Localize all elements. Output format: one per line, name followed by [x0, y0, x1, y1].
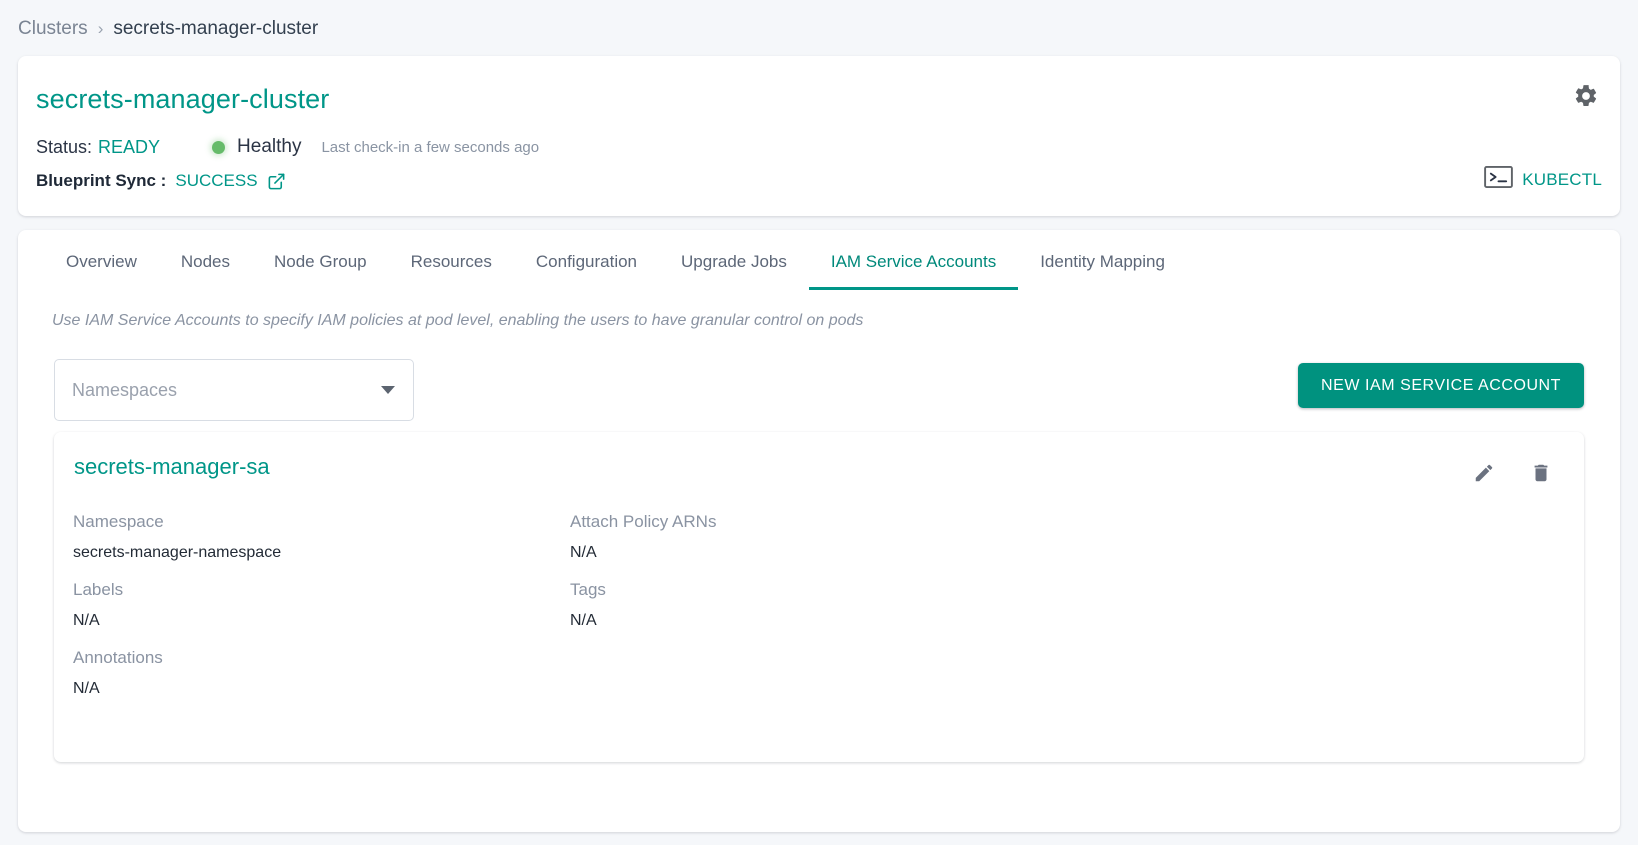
service-account-actions [1473, 462, 1552, 484]
last-checkin-text: Last check-in a few seconds ago [321, 138, 540, 156]
service-account-fields: Namespace secrets-manager-namespace Atta… [73, 494, 1564, 698]
field-labels-label: Labels [73, 580, 124, 599]
tab-identity-mapping[interactable]: Identity Mapping [1018, 242, 1187, 290]
field-namespace-label: Namespace [73, 512, 164, 531]
trash-icon[interactable] [1530, 462, 1552, 484]
blueprint-sync-value: SUCCESS [175, 171, 258, 190]
field-labels: Labels N/A [73, 562, 570, 630]
service-account-name[interactable]: secrets-manager-sa [74, 454, 270, 480]
field-tags: Tags N/A [570, 562, 1067, 630]
health-dot-icon [212, 140, 226, 154]
cluster-status-row: Status: READY Healthy Last check-in a fe… [36, 136, 539, 158]
field-namespace: Namespace secrets-manager-namespace [73, 494, 570, 562]
tab-description: Use IAM Service Accounts to specify IAM … [52, 312, 864, 329]
field-row-3: Annotations N/A [73, 630, 1564, 698]
cluster-detail-page: Clusters › secrets-manager-cluster secre… [0, 0, 1638, 845]
field-row-1: Namespace secrets-manager-namespace Atta… [73, 494, 1564, 562]
field-annotations-label: Annotations [73, 648, 163, 667]
breadcrumb-separator-icon: › [97, 19, 104, 38]
breadcrumb-current: secrets-manager-cluster [113, 18, 319, 39]
blueprint-sync-label: Blueprint Sync : [36, 171, 167, 190]
tab-bar: Overview Nodes Node Group Resources Conf… [18, 242, 1620, 290]
pencil-icon[interactable] [1473, 462, 1495, 484]
field-policy-arns-label: Attach Policy ARNs [570, 512, 717, 531]
health-indicator: Healthy [212, 136, 301, 158]
kubectl-label: KUBECTL [1522, 169, 1602, 189]
tab-iam-service-accounts[interactable]: IAM Service Accounts [808, 242, 1019, 290]
field-tags-value: N/A [570, 612, 597, 629]
cluster-header-card: secrets-manager-cluster Status: READY He… [18, 56, 1620, 216]
namespace-select[interactable]: Namespaces [54, 359, 414, 421]
chevron-down-icon [381, 386, 395, 394]
status-value: READY [98, 136, 161, 157]
terminal-icon [1484, 166, 1514, 193]
tab-overview[interactable]: Overview [44, 242, 159, 290]
field-labels-value: N/A [73, 612, 100, 629]
external-link-icon[interactable] [267, 172, 286, 191]
status-label: Status: [36, 136, 93, 157]
breadcrumb-clusters-link[interactable]: Clusters [18, 16, 88, 42]
service-account-card: secrets-manager-sa Namespace secrets-man… [54, 432, 1584, 762]
health-label: Healthy [237, 136, 302, 157]
page-title[interactable]: secrets-manager-cluster [36, 84, 329, 115]
namespace-select-placeholder: Namespaces [72, 379, 178, 400]
field-row-2: Labels N/A Tags N/A [73, 562, 1564, 630]
tab-resources[interactable]: Resources [389, 242, 514, 290]
blueprint-sync-row: Blueprint Sync : SUCCESS [36, 171, 286, 191]
breadcrumb: Clusters › secrets-manager-cluster [18, 16, 318, 42]
new-iam-service-account-button[interactable]: NEW IAM SERVICE ACCOUNT [1298, 363, 1584, 408]
field-annotations: Annotations N/A [73, 630, 570, 698]
gear-icon[interactable] [1572, 82, 1600, 110]
field-policy-arns: Attach Policy ARNs N/A [570, 494, 1067, 562]
field-namespace-value: secrets-manager-namespace [73, 544, 282, 561]
cluster-content-card: Overview Nodes Node Group Resources Conf… [18, 230, 1620, 832]
field-policy-arns-value: N/A [570, 544, 597, 561]
field-annotations-value: N/A [73, 680, 100, 697]
tab-node-group[interactable]: Node Group [252, 242, 389, 290]
tab-configuration[interactable]: Configuration [514, 242, 659, 290]
field-tags-label: Tags [570, 580, 606, 599]
kubectl-button[interactable]: KUBECTL [1484, 166, 1602, 193]
tab-nodes[interactable]: Nodes [159, 242, 252, 290]
tab-upgrade-jobs[interactable]: Upgrade Jobs [659, 242, 809, 290]
